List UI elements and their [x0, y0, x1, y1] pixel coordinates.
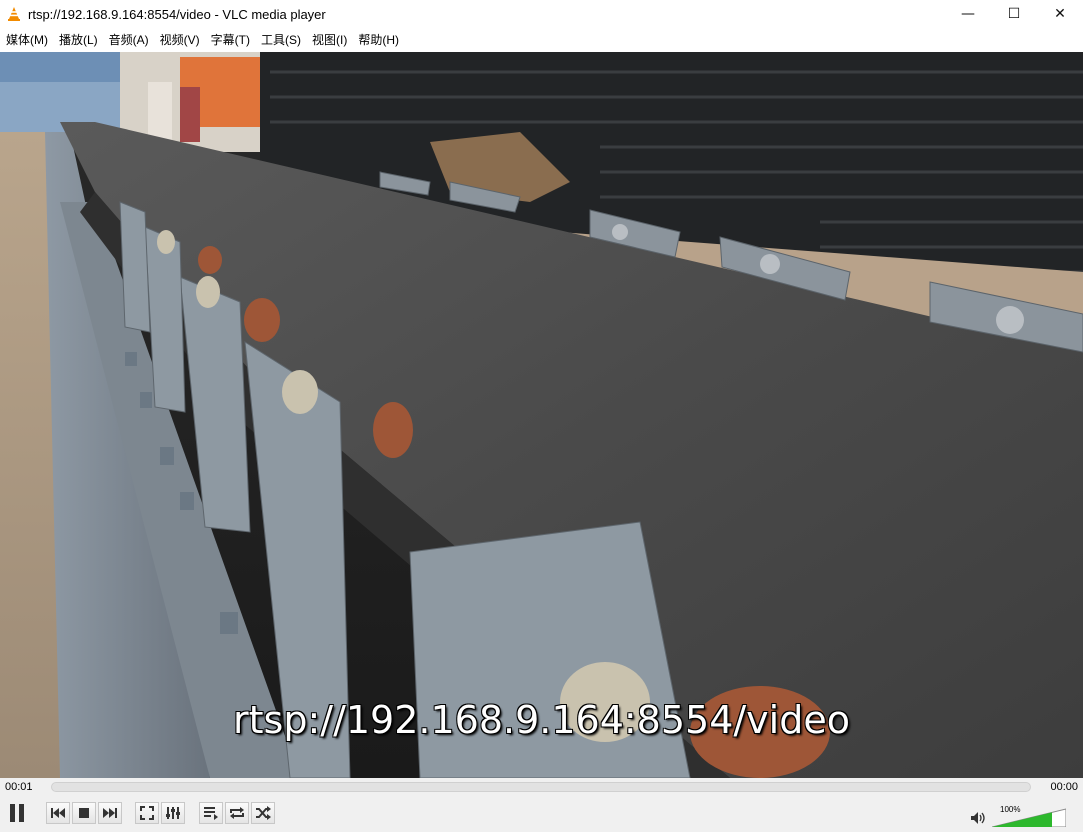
menu-playback[interactable]: 播放(L): [55, 28, 105, 52]
fullscreen-button[interactable]: [135, 802, 159, 824]
menu-tools[interactable]: 工具(S): [257, 28, 308, 52]
next-icon: [103, 808, 117, 818]
speaker-icon[interactable]: [970, 811, 986, 825]
menu-video[interactable]: 视频(V): [156, 28, 207, 52]
previous-icon: [51, 808, 65, 818]
minimize-button[interactable]: —: [945, 0, 991, 28]
pause-button[interactable]: [3, 799, 31, 827]
playlist-button[interactable]: [199, 802, 223, 824]
playlist-icon: [204, 807, 218, 820]
seek-row: 00:01 00:00: [0, 778, 1083, 797]
controls-bar: 100%: [0, 797, 1083, 830]
pause-icon: [10, 804, 24, 822]
seek-bar[interactable]: [51, 782, 1031, 792]
next-button[interactable]: [98, 802, 122, 824]
extended-settings-button[interactable]: [161, 802, 185, 824]
total-time[interactable]: 00:00: [1050, 781, 1078, 793]
subtitle-overlay: rtsp://192.168.9.164:8554/video: [233, 698, 850, 742]
title-bar: rtsp://192.168.9.164:8554/video - VLC me…: [0, 0, 1083, 28]
window-controls: — ☐ ✕: [945, 0, 1083, 28]
menu-audio[interactable]: 音频(A): [105, 28, 156, 52]
elapsed-time[interactable]: 00:01: [5, 781, 33, 793]
video-canvas[interactable]: rtsp://192.168.9.164:8554/video: [0, 52, 1083, 778]
shuffle-icon: [256, 806, 271, 820]
menu-media[interactable]: 媒体(M): [2, 28, 55, 52]
menu-subtitle[interactable]: 字幕(T): [207, 28, 257, 52]
window-title: rtsp://192.168.9.164:8554/video - VLC me…: [28, 6, 326, 22]
loop-icon: [230, 807, 244, 819]
menu-bar: 媒体(M) 播放(L) 音频(A) 视频(V) 字幕(T) 工具(S) 视图(I…: [0, 28, 1083, 52]
shuffle-button[interactable]: [251, 802, 275, 824]
video-frame-image: [0, 52, 1083, 778]
previous-button[interactable]: [46, 802, 70, 824]
vlc-cone-icon: [8, 7, 20, 21]
stop-icon: [79, 808, 89, 818]
loop-button[interactable]: [225, 802, 249, 824]
extended-settings-icon: [166, 807, 180, 819]
menu-view[interactable]: 视图(I): [308, 28, 354, 52]
volume-percent: 100%: [1000, 805, 1021, 814]
close-button[interactable]: ✕: [1037, 0, 1083, 28]
maximize-button[interactable]: ☐: [991, 0, 1037, 28]
fullscreen-icon: [140, 806, 154, 820]
menu-help[interactable]: 帮助(H): [354, 28, 406, 52]
stop-button[interactable]: [72, 802, 96, 824]
